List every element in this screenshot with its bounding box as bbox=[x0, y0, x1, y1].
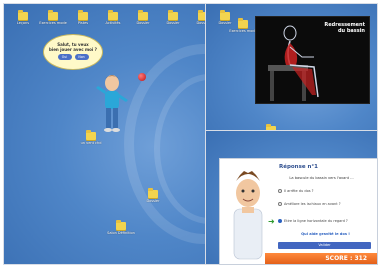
folder-icon bbox=[238, 18, 248, 28]
answer-option-label: Etire la ligne horizontale du regard ? bbox=[284, 219, 348, 223]
folder-icon[interactable]: Dossier bbox=[136, 188, 170, 203]
folder-icon[interactable]: Leçons bbox=[6, 10, 40, 25]
quiz-title: Réponse n°1 bbox=[278, 164, 318, 170]
radio-button[interactable] bbox=[278, 219, 282, 223]
no-button[interactable]: Non bbox=[74, 54, 89, 60]
folder-label: Dossier bbox=[166, 21, 180, 25]
folder-icon bbox=[48, 10, 58, 20]
folder-icon[interactable]: Dossier bbox=[126, 10, 160, 25]
folder-label: Exercices mode bbox=[39, 21, 67, 25]
arrow-right-icon: ➜ bbox=[268, 217, 275, 226]
folder-label: Dossier bbox=[146, 199, 160, 203]
folder-icon[interactable]: Pistes bbox=[66, 10, 100, 25]
folder-icon bbox=[78, 10, 88, 20]
quiz-question: La bascule du bassin vers l'avant ... bbox=[289, 176, 354, 180]
folder-icon bbox=[220, 10, 230, 20]
folder-icon bbox=[138, 10, 148, 20]
folder-icon bbox=[116, 220, 126, 230]
bubble-line2: bien jouer avec moi ? bbox=[48, 47, 97, 52]
red-ball-icon[interactable] bbox=[138, 73, 146, 81]
answer-option[interactable]: Améliore les ischiaux en avant ? bbox=[278, 200, 373, 208]
folder-icon[interactable]: Salon Définition bbox=[104, 220, 138, 235]
folder-label: Pistes bbox=[77, 21, 89, 25]
score-text: SCORE : 312 bbox=[325, 255, 367, 262]
hint-link[interactable]: Qui aide gravité le dos ! bbox=[278, 232, 373, 236]
radio-button[interactable] bbox=[278, 202, 282, 206]
folder-icon bbox=[108, 10, 118, 20]
answer-option[interactable]: Etire la ligne horizontale du regard ? bbox=[278, 217, 373, 225]
quiz-panel: Réponse n°1 La bascule du bassin vers l'… bbox=[219, 158, 378, 265]
answer-option-label: Améliore les ischiaux en avant ? bbox=[284, 202, 341, 206]
folder-icon[interactable]: Dossier bbox=[156, 10, 190, 25]
quiz-avatar-character bbox=[233, 171, 263, 260]
folder-label: un vent chd bbox=[80, 141, 102, 145]
folder-label: Leçons bbox=[16, 21, 30, 25]
folder-icon bbox=[148, 188, 158, 198]
folder-icon[interactable]: Exercices mode bbox=[36, 10, 70, 25]
validate-button[interactable]: Valider bbox=[278, 242, 371, 249]
anatomy-title-line2: du bassin bbox=[337, 28, 365, 34]
score-bar: SCORE : 312 bbox=[265, 253, 377, 264]
answer-option[interactable]: Il arrête du dos ? bbox=[278, 187, 373, 195]
folder-label: Dossier bbox=[136, 21, 150, 25]
folder-label: Salon Définition bbox=[107, 231, 135, 235]
folder-icon bbox=[168, 10, 178, 20]
answer-option-label: Il arrête du dos ? bbox=[284, 189, 314, 193]
folder-icon[interactable]: Activités bbox=[96, 10, 130, 25]
yes-button[interactable]: Oui bbox=[57, 54, 72, 60]
avatar-character[interactable] bbox=[93, 74, 131, 138]
radio-button[interactable] bbox=[278, 189, 282, 193]
anatomy-illustration: Redressement du bassin bbox=[255, 16, 370, 104]
speech-bubble: Salut, tu veux bien jouer avec moi ? Oui… bbox=[43, 34, 103, 70]
anatomy-title: Redressement du bassin bbox=[313, 22, 365, 34]
folder-icon bbox=[18, 10, 28, 20]
folder-label: Activités bbox=[105, 21, 121, 25]
